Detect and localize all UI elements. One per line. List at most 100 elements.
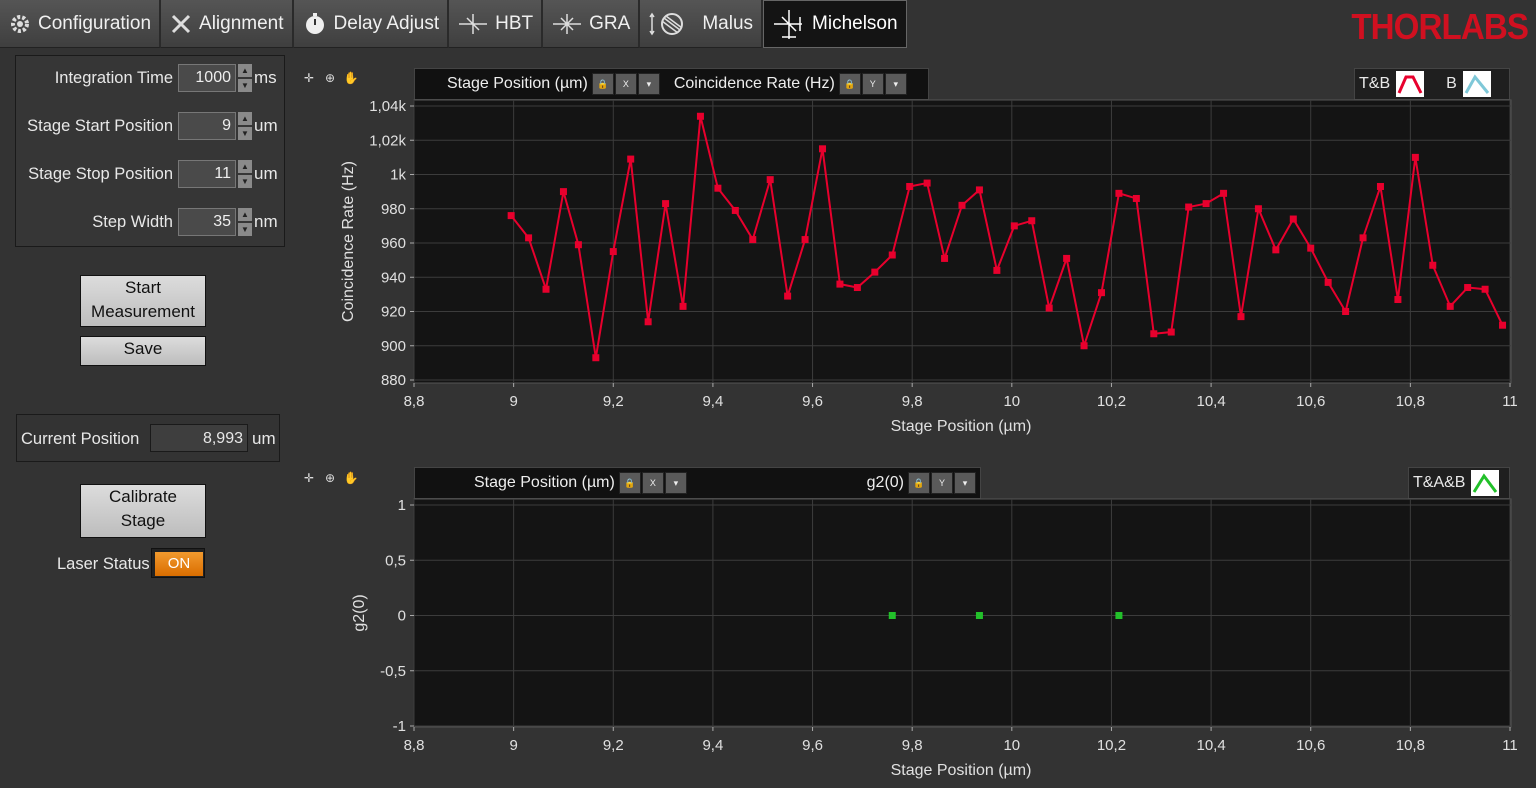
zoom-icon[interactable]: ⊕ — [321, 470, 339, 486]
decrement-arrow-icon[interactable]: ▼ — [238, 223, 252, 236]
zoom-icon[interactable]: ⊕ — [321, 70, 339, 86]
data-point — [1254, 205, 1262, 213]
data-point — [1289, 215, 1297, 223]
calibrate-stage-button[interactable]: Calibrate Stage — [80, 484, 206, 538]
increment-arrow-icon[interactable]: ▲ — [238, 64, 252, 77]
decrement-arrow-icon[interactable]: ▼ — [238, 127, 252, 140]
button-label-line: Calibrate — [108, 487, 178, 506]
stopwatch-icon — [305, 12, 324, 34]
stage-start-spinner[interactable]: ▲ ▼ — [238, 112, 252, 140]
increment-arrow-icon[interactable]: ▲ — [238, 160, 252, 173]
data-point — [1010, 222, 1018, 230]
tab-delay-adjust[interactable]: Delay Adjust — [293, 0, 450, 48]
format-y-icon[interactable]: ▾ — [954, 472, 976, 494]
autoscale-y-icon[interactable]: Y — [931, 472, 953, 494]
step-width-input[interactable]: 35 — [178, 208, 236, 236]
data-point — [1028, 217, 1036, 225]
data-point — [975, 186, 983, 194]
step-width-spinner[interactable]: ▲ ▼ — [238, 208, 252, 236]
tab-label: Alignment — [199, 12, 284, 34]
autoscale-x-icon[interactable]: X — [614, 73, 637, 95]
data-point — [1342, 308, 1350, 315]
tab-gra[interactable]: GRA — [543, 0, 641, 48]
data-point — [696, 112, 704, 120]
y-tick-label: 0,5 — [385, 552, 406, 569]
tab-malus[interactable]: Malus — [640, 0, 764, 48]
legend-swatch-tb[interactable] — [1396, 71, 1425, 97]
lock-icon[interactable]: 🔒 — [838, 73, 861, 95]
data-point — [819, 145, 827, 153]
autoscale-x-icon[interactable]: X — [641, 472, 664, 494]
autoscale-y-icon[interactable]: Y — [861, 73, 884, 95]
legend-entry-b: B — [1446, 75, 1457, 92]
lock-icon[interactable]: 🔒 — [591, 73, 614, 95]
data-point — [1394, 296, 1402, 304]
x-tick-label: 9,2 — [603, 737, 624, 754]
tab-hbt[interactable]: HBT — [449, 0, 544, 48]
current-position-unit: um — [252, 429, 276, 448]
graph1-y-scale-controls: 🔒 Y ▾ — [838, 73, 907, 95]
start-measurement-button[interactable]: Start Measurement — [80, 275, 206, 327]
plot-area — [413, 99, 1512, 384]
legend-swatch-tab[interactable] — [1471, 470, 1500, 496]
data-point — [609, 248, 617, 256]
stage-stop-spinner[interactable]: ▲ ▼ — [238, 160, 252, 188]
tab-label: Delay Adjust — [333, 12, 440, 34]
data-point — [1150, 330, 1158, 338]
laser-status-state: ON — [155, 552, 203, 576]
x-tick-label: 8,8 — [404, 737, 425, 754]
tab-configuration[interactable]: Configuration — [0, 0, 162, 48]
data-point — [975, 612, 983, 619]
increment-arrow-icon[interactable]: ▲ — [238, 112, 252, 125]
tools-icon — [171, 14, 191, 33]
tab-michelson[interactable]: Michelson — [763, 0, 907, 48]
decrement-arrow-icon[interactable]: ▼ — [238, 79, 252, 92]
data-point — [1132, 194, 1140, 202]
tab-label: Michelson — [812, 13, 898, 34]
y-axis-label: Coincidence Rate (Hz) — [340, 161, 357, 322]
lock-icon[interactable]: 🔒 — [908, 472, 930, 494]
polarizer-icon — [649, 12, 684, 35]
format-x-icon[interactable]: ▾ — [637, 73, 660, 95]
integration-time-input[interactable]: 1000 — [178, 64, 236, 92]
cursor-move-icon[interactable]: ✛ — [300, 470, 318, 486]
graph1-plot-legend: T&B B — [1354, 68, 1510, 100]
data-point — [1080, 342, 1088, 350]
pan-hand-icon[interactable]: ✋ — [342, 70, 360, 86]
y-tick-label: 1k — [390, 167, 406, 184]
data-point — [1202, 200, 1210, 208]
data-point — [923, 179, 931, 187]
format-y-icon[interactable]: ▾ — [884, 73, 907, 95]
data-point — [853, 284, 861, 292]
legend-swatch-b[interactable] — [1462, 71, 1491, 97]
data-point — [662, 200, 670, 208]
lock-icon[interactable]: 🔒 — [618, 472, 641, 494]
stage-start-label: Stage Start Position — [27, 117, 173, 135]
integration-time-spinner[interactable]: ▲ ▼ — [238, 64, 252, 92]
stage-stop-input[interactable]: 11 — [178, 160, 236, 188]
x-tick-label: 10,8 — [1396, 737, 1425, 754]
laser-status-toggle[interactable]: ON — [151, 548, 205, 578]
x-tick-label: 9,2 — [603, 393, 624, 410]
stage-start-input[interactable]: 9 — [178, 112, 236, 140]
stage-stop-control: Stage Stop Position 11 ▲ ▼ um — [16, 160, 284, 190]
data-point — [749, 236, 757, 244]
increment-arrow-icon[interactable]: ▲ — [238, 208, 252, 221]
cursor-move-icon[interactable]: ✛ — [300, 70, 318, 86]
tab-label: HBT — [495, 12, 534, 34]
interferometer-icon — [774, 10, 803, 39]
y-tick-label: 940 — [381, 269, 406, 286]
decrement-arrow-icon[interactable]: ▼ — [238, 175, 252, 188]
format-x-icon[interactable]: ▾ — [664, 472, 687, 494]
data-point — [592, 354, 600, 362]
data-point — [731, 206, 739, 214]
pan-hand-icon[interactable]: ✋ — [342, 470, 360, 486]
save-button[interactable]: Save — [80, 336, 206, 366]
tab-alignment[interactable]: Alignment — [161, 0, 294, 48]
data-point — [1429, 261, 1437, 269]
graph2-x-scale-label: Stage Position (µm) — [474, 474, 615, 491]
data-point — [1115, 189, 1123, 197]
step-width-label: Step Width — [92, 213, 173, 231]
legend-entry-tb: T&B — [1359, 75, 1391, 92]
x-tick-label: 10 — [1003, 737, 1020, 754]
